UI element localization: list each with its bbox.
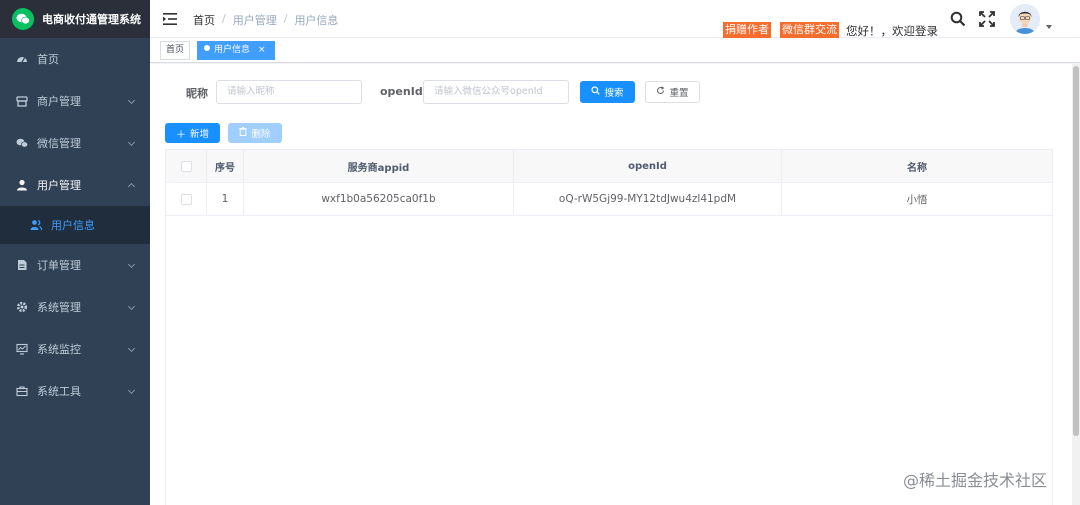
order-icon: [16, 259, 28, 271]
breadcrumb-separator: /: [222, 12, 226, 25]
sidebar-item-label: 用户信息: [51, 219, 95, 232]
page-scrollbar[interactable]: [1072, 64, 1080, 505]
merchant-icon: [16, 95, 28, 107]
trash-icon: [239, 127, 248, 139]
breadcrumb-separator: /: [283, 12, 288, 25]
table-header-row: 序号 服务商appid openId 名称: [166, 150, 1052, 183]
tag-user-info[interactable]: 用户信息 ×: [197, 41, 275, 60]
column-header-appid[interactable]: 服务商appid: [244, 150, 514, 182]
search-button-label: 搜索: [604, 88, 624, 99]
sidebar-item-label: 首页: [37, 53, 59, 66]
tag-label: 用户信息: [214, 45, 251, 55]
search-icon: [591, 86, 601, 98]
header-select-cell: [166, 150, 207, 182]
wechat-icon: [16, 137, 28, 149]
delete-button[interactable]: 删除: [228, 123, 282, 143]
reset-button[interactable]: 重置: [645, 81, 700, 103]
close-icon[interactable]: ×: [258, 45, 266, 55]
sidebar-item-label: 系统监控: [37, 343, 81, 356]
nickname-label: 昵称: [186, 87, 208, 100]
wechat-group-link[interactable]: 微信群交流: [780, 22, 839, 38]
scrollbar-thumb[interactable]: [1073, 66, 1079, 436]
chevron-down-icon: [127, 138, 136, 147]
sidebar-item-label: 用户管理: [37, 179, 81, 192]
sidebar-item-user-management[interactable]: 用户管理: [0, 164, 150, 206]
breadcrumb-home[interactable]: 首页: [193, 12, 215, 28]
plus-icon: ＋: [175, 129, 186, 141]
breadcrumb-user-info: 用户信息: [294, 14, 339, 27]
toolbox-icon: [16, 385, 28, 397]
user-icon: [16, 179, 28, 191]
sidebar-item-merchant[interactable]: 商户管理: [0, 80, 150, 122]
openid-input[interactable]: 请输入微信公众号openId: [423, 80, 569, 104]
add-button[interactable]: ＋ 新增: [165, 123, 220, 143]
sidebar-item-label: 系统管理: [37, 301, 81, 314]
peoples-icon: [30, 219, 42, 231]
breadcrumb: 首页 / 用户管理 / 用户信息: [193, 12, 338, 28]
app-title: 电商收付通管理系统: [42, 13, 141, 26]
nickname-input[interactable]: 请输入昵称: [216, 80, 362, 104]
chevron-down-icon: [127, 302, 136, 311]
openid-label: openId: [380, 85, 423, 98]
sidebar-item-user-info[interactable]: 用户信息: [0, 206, 150, 244]
row-checkbox[interactable]: [180, 193, 192, 205]
chevron-down-icon: [127, 344, 136, 353]
column-header-name[interactable]: 名称: [782, 150, 1052, 182]
sidebar-item-wechat[interactable]: 微信管理: [0, 122, 150, 164]
search-icon[interactable]: [950, 11, 966, 27]
fullscreen-icon[interactable]: [979, 11, 995, 27]
watermark: @稀土掘金技术社区: [903, 471, 1048, 490]
sidebar-item-home[interactable]: 首页: [0, 38, 150, 80]
wechat-logo-icon: [12, 8, 34, 30]
logo[interactable]: 电商收付通管理系统: [0, 0, 150, 38]
tag-home[interactable]: 首页: [160, 41, 191, 60]
sidebar-item-tools[interactable]: 系统工具: [0, 370, 150, 412]
sidebar-item-label: 微信管理: [37, 137, 81, 150]
search-button[interactable]: 搜索: [580, 81, 635, 103]
column-header-openid[interactable]: openId: [514, 150, 782, 182]
user-avatar[interactable]: [1010, 4, 1040, 34]
column-header-index[interactable]: 序号: [207, 150, 244, 182]
sidebar-item-label: 商户管理: [37, 95, 81, 108]
caret-down-icon[interactable]: [1046, 25, 1052, 29]
dashboard-icon: [16, 53, 28, 65]
sidebar-item-label: 订单管理: [37, 259, 81, 272]
hamburger-icon[interactable]: [163, 13, 177, 25]
sidebar-item-system[interactable]: 系统管理: [0, 286, 150, 328]
monitor-icon: [16, 343, 28, 355]
sidebar-item-label: 系统工具: [37, 385, 81, 398]
chevron-down-icon: [127, 386, 136, 395]
reset-button-label: 重置: [669, 88, 689, 99]
refresh-icon: [656, 86, 665, 98]
system-icon: [16, 301, 28, 313]
submenu-user-management: 用户信息: [0, 206, 150, 244]
cell-index: 1: [207, 183, 244, 215]
sidebar-item-monitor[interactable]: 系统监控: [0, 328, 150, 370]
row-select-cell: [166, 183, 207, 215]
user-table: 序号 服务商appid openId 名称 1 wxf1b0a56205ca0f…: [165, 149, 1053, 505]
table-row[interactable]: 1 wxf1b0a56205ca0f1b oQ-rW5Gj99-MY12tdJw…: [166, 183, 1052, 216]
select-all-checkbox[interactable]: [180, 160, 192, 172]
cell-openid: oQ-rW5Gj99-MY12tdJwu4zl41pdM: [514, 183, 782, 215]
sidebar: 电商收付通管理系统 首页 商户管理 微信管理 用户管理 用户信息 订单管理 系统…: [0, 0, 150, 505]
delete-button-label: 删除: [251, 129, 271, 140]
chevron-down-icon: [127, 260, 136, 269]
cell-appid: wxf1b0a56205ca0f1b: [244, 183, 514, 215]
cell-name: 小悟: [906, 193, 928, 206]
active-dot-icon: [204, 45, 210, 51]
add-button-label: 新增: [189, 129, 209, 140]
welcome-text: 您好！，欢迎登录: [846, 24, 938, 38]
donate-author-link[interactable]: 捐赠作者: [723, 22, 771, 38]
navbar: 首页 / 用户管理 / 用户信息 捐赠作者 微信群交流 您好！，欢迎登录: [150, 0, 1080, 38]
sidebar-item-order[interactable]: 订单管理: [0, 244, 150, 286]
tags-view: 首页 用户信息 ×: [150, 39, 1080, 63]
chevron-up-icon: [127, 182, 136, 191]
app-main: 昵称 请输入昵称 openId 请输入微信公众号openId 搜索 重置 ＋ 新…: [150, 64, 1080, 505]
breadcrumb-user-management: 用户管理: [232, 14, 277, 27]
chevron-down-icon: [127, 96, 136, 105]
